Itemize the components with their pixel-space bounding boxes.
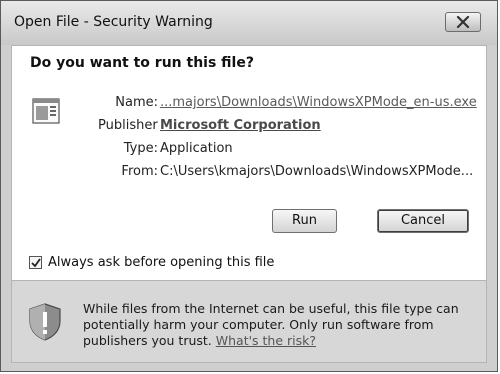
dialog-question: Do you want to run this file? [30, 55, 254, 71]
from-label: From: [121, 164, 158, 179]
file-info-labels: Name: Publisher: Type: From: [98, 94, 158, 186]
file-info-values: ...majors\Downloads\WindowsXPMode_en-us.… [160, 94, 480, 186]
file-type-value: Application [160, 141, 233, 156]
always-ask-checkbox[interactable] [29, 256, 42, 269]
security-warning-dialog: Open File - Security Warning Do you want… [0, 0, 498, 372]
cancel-button[interactable]: Cancel [377, 209, 469, 233]
publisher-link[interactable]: Microsoft Corporation [160, 118, 321, 133]
executable-file-icon [32, 98, 60, 124]
dialog-content: Do you want to run this file? Name: Publ… [11, 45, 487, 281]
type-label: Type: [123, 141, 158, 156]
file-source-value: C:\Users\kmajors\Downloads\WindowsXPMode… [160, 164, 474, 179]
shield-warning-icon [29, 303, 61, 341]
title-bar[interactable]: Open File - Security Warning [1, 1, 497, 45]
close-icon [456, 16, 470, 28]
whats-the-risk-link[interactable]: What's the risk? [216, 333, 316, 348]
always-ask-label[interactable]: Always ask before opening this file [48, 255, 274, 270]
checkmark-icon [31, 258, 41, 268]
warning-message: While files from the Internet can be use… [83, 301, 463, 349]
run-button[interactable]: Run [272, 209, 337, 233]
publisher-label: Publisher: [98, 118, 158, 133]
window-title: Open File - Security Warning [14, 14, 213, 30]
security-warning-panel: While files from the Internet can be use… [11, 281, 487, 363]
file-name-link[interactable]: ...majors\Downloads\WindowsXPMode_en-us.… [160, 95, 477, 110]
close-button[interactable] [445, 12, 481, 32]
name-label: Name: [115, 95, 158, 110]
